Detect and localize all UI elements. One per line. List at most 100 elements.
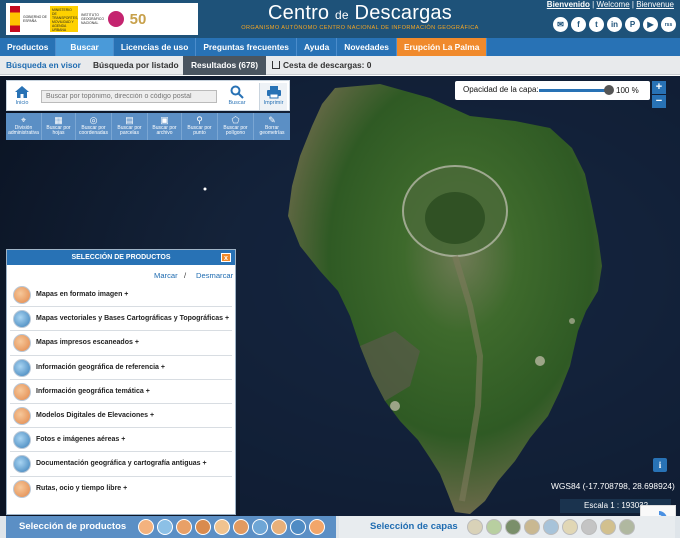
layer-thumb-icon[interactable]: [486, 519, 502, 535]
reference-info-icon[interactable]: [195, 519, 211, 535]
welcome-en-link[interactable]: Welcome: [596, 0, 629, 9]
product-category[interactable]: Modelos Digitales de Elevaciones +: [10, 404, 232, 429]
tool-borrar-geometrias[interactable]: ✎ Borrar geometrías: [254, 113, 290, 140]
home-label: Inicio: [15, 100, 29, 106]
youtube-icon[interactable]: ▶: [643, 17, 658, 32]
layer-opacity-control: Opacidad de la capa: 100 %: [455, 81, 650, 100]
product-category[interactable]: Mapas en formato imagen +: [10, 283, 232, 308]
tool-buscar-coordenadas[interactable]: ◎ Buscar por coordenadas: [76, 113, 112, 140]
vector-map-icon[interactable]: [157, 519, 173, 535]
product-category[interactable]: Fotos e imágenes aéreas +: [10, 428, 232, 453]
pinterest-icon[interactable]: P: [625, 17, 640, 32]
tool-division-administrativa[interactable]: ⌖ División administrativa: [6, 113, 42, 140]
thematic-info-icon[interactable]: [214, 519, 230, 535]
nav-productos[interactable]: Productos: [0, 38, 57, 56]
product-selection-panel: SELECCIÓN DE PRODUCTOS x Marcar / Desmar…: [6, 249, 236, 515]
home-button[interactable]: Inicio: [9, 83, 35, 106]
facebook-icon[interactable]: f: [571, 17, 586, 32]
tool-buscar-parcelas[interactable]: ▤ Buscar por parcelas: [112, 113, 148, 140]
welcome-links: Bienvenido | Welcome | Bienvenue: [546, 0, 674, 9]
tool-label: Buscar por punto: [187, 125, 212, 137]
layer-thumb-icon[interactable]: [581, 519, 597, 535]
nav-preguntas[interactable]: Preguntas frecuentes: [196, 38, 297, 56]
title-de: de: [335, 8, 349, 22]
product-category[interactable]: Rutas, ocio y tiempo libre +: [10, 477, 232, 501]
info-button[interactable]: i: [653, 458, 667, 472]
tool-buscar-poligono[interactable]: ⬠ Buscar por polígono: [218, 113, 254, 140]
product-category[interactable]: Documentación geográfica y cartografía a…: [10, 452, 232, 477]
coordinates-readout: WGS84 (-17.708798, 28.698924): [551, 481, 675, 491]
home-icon: [9, 83, 35, 100]
tool-buscar-punto[interactable]: ⚲ Buscar por punto: [182, 113, 218, 140]
nav-novedades[interactable]: Novedades: [337, 38, 397, 56]
print-icon: [260, 83, 287, 100]
download-basket[interactable]: Cesta de descargas: 0: [272, 56, 371, 75]
product-label: Mapas impresos escaneados +: [36, 339, 139, 347]
tab-busqueda-visor[interactable]: Búsqueda en visor: [6, 56, 81, 75]
other-icon[interactable]: [309, 519, 325, 535]
welcome-fr-link[interactable]: Bienvenue: [636, 0, 674, 9]
product-category[interactable]: Información geográfica temática +: [10, 380, 232, 404]
routes-icon: [13, 479, 31, 498]
zoom-out-button[interactable]: −: [652, 95, 666, 108]
tab-resultados[interactable]: Resultados (678): [183, 56, 266, 75]
nav-ayuda[interactable]: Ayuda: [297, 38, 338, 56]
layer-thumb-icon[interactable]: [562, 519, 578, 535]
title-descargas: Descargas: [354, 2, 452, 24]
nav-buscar[interactable]: Buscar: [56, 38, 114, 56]
elevation-model-icon: [13, 406, 31, 425]
search-label: Buscar: [228, 100, 246, 106]
map-image-icon[interactable]: [138, 519, 154, 535]
layer-selection-bar[interactable]: Selección de capas: [339, 516, 675, 538]
close-panel-button[interactable]: x: [221, 253, 231, 262]
print-button[interactable]: Imprimir: [259, 83, 287, 110]
search-button[interactable]: Buscar: [225, 83, 249, 106]
government-logo[interactable]: GOBIERNO DE ESPAÑA MINISTERIO DE TRANSPO…: [6, 3, 198, 35]
title-centro: Centro: [268, 2, 330, 24]
deselect-all-link[interactable]: Desmarcar: [196, 271, 233, 280]
product-label: Rutas, ocio y tiempo libre +: [36, 484, 128, 492]
opacity-label: Opacidad de la capa:: [463, 85, 539, 94]
tab-busqueda-listado[interactable]: Búsqueda por listado: [93, 56, 179, 75]
product-selection-label: Selección de productos: [19, 521, 127, 532]
select-all-link[interactable]: Marcar: [154, 271, 178, 280]
layer-thumb-icon[interactable]: [600, 519, 616, 535]
ign-logo-icon: [108, 11, 124, 27]
opacity-slider-handle[interactable]: [604, 85, 614, 95]
product-selection-bar[interactable]: Selección de productos: [6, 516, 336, 538]
aerial-photo-icon[interactable]: [252, 519, 268, 535]
anniversary-logo: 50: [129, 10, 147, 28]
layer-thumb-icon[interactable]: [543, 519, 559, 535]
aerial-photo-icon: [13, 431, 31, 450]
layer-thumb-icon[interactable]: [467, 519, 483, 535]
search-tools: ⌖ División administrativa ▦ Buscar por hoj…: [6, 113, 290, 140]
product-category[interactable]: Información geográfica de referencia +: [10, 356, 232, 380]
zoom-in-button[interactable]: +: [652, 81, 666, 94]
tool-buscar-hojas[interactable]: ▦ Buscar por hojas: [42, 113, 76, 140]
twitter-icon[interactable]: t: [589, 17, 604, 32]
linkedin-icon[interactable]: in: [607, 17, 622, 32]
nav-erupcion-la-palma[interactable]: Erupción La Palma: [396, 38, 488, 56]
routes-icon[interactable]: [290, 519, 306, 535]
welcome-es-link[interactable]: Bienvenido: [547, 0, 590, 9]
site-title: Centro de Descargas: [250, 2, 470, 25]
product-label: Fotos e imágenes aéreas +: [36, 436, 126, 444]
search-input[interactable]: [41, 90, 217, 103]
scanned-map-icon[interactable]: [176, 519, 192, 535]
nav-licencias[interactable]: Licencias de uso: [114, 38, 197, 56]
product-category[interactable]: Mapas impresos escaneados +: [10, 331, 232, 356]
product-label: Documentación geográfica y cartografía a…: [36, 460, 207, 468]
product-category[interactable]: Mapas vectoriales y Bases Cartográficas …: [10, 307, 232, 332]
layer-thumb-icon[interactable]: [619, 519, 635, 535]
logo-ministerio-text: MINISTERIO DE TRANSPORTES, MOVILIDAD Y A…: [50, 6, 79, 32]
opacity-slider[interactable]: [539, 89, 609, 92]
layer-thumb-icon[interactable]: [524, 519, 540, 535]
tool-buscar-archivo[interactable]: ▣ Buscar por archivo: [148, 113, 182, 140]
elevation-model-icon[interactable]: [233, 519, 249, 535]
historic-map-icon[interactable]: [271, 519, 287, 535]
layer-thumb-icon[interactable]: [505, 519, 521, 535]
site-subtitle: Organismo Autónomo Centro Nacional de In…: [241, 25, 479, 31]
tool-label: División administrativa: [8, 125, 39, 137]
rss-icon[interactable]: rss: [661, 17, 676, 32]
email-icon[interactable]: ✉: [553, 17, 568, 32]
